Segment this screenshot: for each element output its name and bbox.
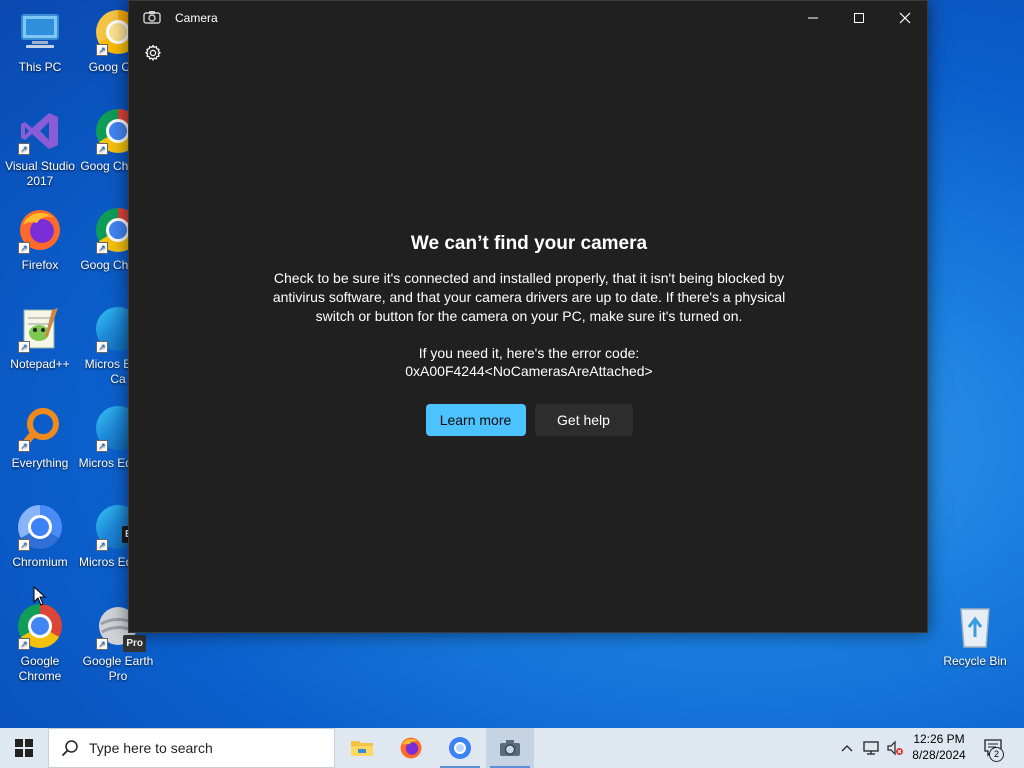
error-heading: We can’t find your camera (410, 233, 648, 254)
badge: Pro (123, 635, 146, 652)
notepad-plus-plus-icon: ↗ (16, 305, 64, 353)
shortcut-arrow-icon: ↗ (96, 638, 108, 650)
folder-icon (351, 741, 373, 756)
firefox-icon (400, 737, 422, 759)
shortcut-arrow-icon: ↗ (96, 143, 108, 155)
chevron-up-icon (841, 745, 853, 752)
clock-date: 8/28/2024 (912, 748, 966, 762)
show-hidden-icons-button[interactable] (836, 728, 858, 768)
desktop-icon-this-pc[interactable]: This PC (0, 8, 80, 75)
shortcut-arrow-icon: ↗ (96, 539, 108, 551)
maximize-icon (854, 13, 864, 23)
desktop-icon-label: Visual Studio 2017 (5, 159, 75, 188)
notification-count-badge: 2 (989, 747, 1004, 762)
gear-icon (145, 44, 161, 61)
desktop-icon-firefox[interactable]: ↗ Firefox (0, 206, 80, 273)
shortcut-arrow-icon: ↗ (18, 341, 30, 353)
desktop-icon-google-chrome[interactable]: ↗ Google Chrome (0, 602, 80, 684)
desktop-icon-label: This PC (18, 60, 62, 74)
shortcut-arrow-icon: ↗ (96, 242, 108, 254)
shortcut-arrow-icon: ↗ (96, 341, 108, 353)
network-icon (863, 741, 879, 755)
everything-search-icon: ↗ (16, 404, 64, 452)
desktop-icon-label: Recycle Bin (943, 654, 1007, 668)
clock-time: 12:26 PM (913, 732, 965, 746)
camera-app-icon (143, 10, 161, 29)
shortcut-arrow-icon: ↗ (18, 638, 30, 650)
notification-center-button[interactable]: 2 (978, 728, 1010, 768)
desktop-icon-chromium[interactable]: ↗ Chromium (0, 503, 80, 570)
title-bar[interactable]: Camera (129, 1, 927, 35)
camera-window: Camera We can’t find your camera Check t… (128, 0, 928, 633)
windows-logo-icon (15, 739, 33, 757)
window-title: Camera (175, 11, 218, 25)
minimize-button[interactable] (790, 1, 836, 35)
shortcut-arrow-icon: ↗ (96, 440, 108, 452)
error-code: 0xA00F4244<NoCamerasAreAttached> (405, 363, 653, 379)
desktop-icon-label: Everything (11, 456, 69, 470)
recycle-bin-icon (951, 602, 999, 650)
settings-button[interactable] (143, 43, 163, 63)
network-button[interactable] (859, 728, 883, 768)
chromium-icon (449, 737, 471, 759)
desktop-icon-everything[interactable]: ↗ Everything (0, 404, 80, 471)
desktop-icon-label: Chromium (12, 555, 68, 569)
shortcut-arrow-icon: ↗ (18, 539, 30, 551)
desktop-icon-notepad-plus-plus[interactable]: ↗ Notepad++ (0, 305, 80, 372)
error-panel: We can’t find your camera Check to be su… (129, 233, 929, 436)
shortcut-arrow-icon: ↗ (96, 44, 108, 56)
error-code-label: If you need it, here's the error code: (418, 345, 640, 361)
desktop-icon-label: Firefox (21, 258, 59, 272)
close-button[interactable] (882, 1, 928, 35)
minimize-icon (808, 17, 818, 19)
computer-icon (16, 8, 64, 56)
shortcut-arrow-icon: ↗ (18, 143, 30, 155)
shortcut-arrow-icon: ↗ (18, 440, 30, 452)
error-description: Check to be sure it's connected and inst… (272, 270, 786, 324)
desktop-icon-recycle-bin[interactable]: Recycle Bin (935, 602, 1015, 669)
desktop-icon-visual-studio[interactable]: ↗ Visual Studio 2017 (0, 107, 80, 189)
taskbar-file-explorer[interactable] (338, 728, 386, 768)
firefox-icon: ↗ (16, 206, 64, 254)
shortcut-arrow-icon: ↗ (18, 242, 30, 254)
taskbar-firefox[interactable] (387, 728, 435, 768)
chromium-icon: ↗ (16, 503, 64, 551)
mouse-cursor-icon (33, 585, 47, 611)
search-box[interactable]: Type here to search (48, 728, 335, 768)
camera-icon (500, 740, 520, 756)
start-button[interactable] (0, 728, 48, 768)
volume-button[interactable] (883, 728, 907, 768)
taskbar-chromium[interactable] (436, 728, 484, 768)
desktop-icon-label: Google Chrome (18, 654, 62, 683)
close-icon (899, 12, 911, 24)
learn-more-button[interactable]: Learn more (425, 404, 526, 436)
get-help-button[interactable]: Get help (534, 404, 633, 436)
search-icon (61, 740, 78, 757)
maximize-button[interactable] (836, 1, 882, 35)
volume-muted-icon (887, 740, 903, 756)
desktop-icon-label: Google Earth Pro (82, 654, 154, 683)
clock[interactable]: 12:26 PM 8/28/2024 (906, 731, 972, 763)
taskbar-camera[interactable] (486, 728, 534, 768)
visual-studio-icon: ↗ (16, 107, 64, 155)
taskbar: Type here to search 12:26 PM 8/28/2024 2 (0, 728, 1024, 768)
search-placeholder: Type here to search (89, 740, 213, 756)
desktop-icon-label: Notepad++ (10, 357, 70, 371)
